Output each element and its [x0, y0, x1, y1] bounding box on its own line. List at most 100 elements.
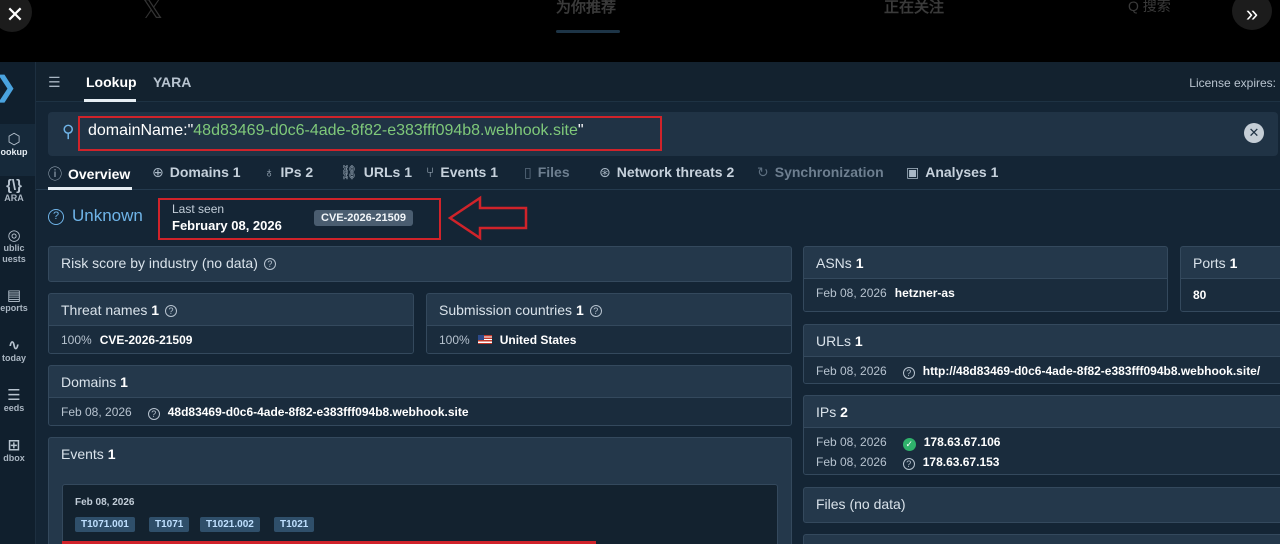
window-icon: ▣: [906, 164, 920, 180]
help-icon[interactable]: ?: [165, 305, 178, 317]
card-title: Submission countries 1?: [427, 294, 791, 326]
sandbox-icon: ⊞: [7, 437, 21, 454]
card-body: Feb 08, 2026? http://48d83469-d0c6-4ade-8…: [804, 357, 1280, 383]
list-item: Feb 08, 2026 hetzner-as: [816, 286, 955, 300]
red-arrow-annotation: [447, 195, 528, 241]
menu-icon[interactable]: ☰: [48, 74, 61, 91]
main-panel: ☰ Lookup YARA License expires: ⚲ domainN…: [36, 62, 1280, 544]
last-seen-highlight: Last seen February 08, 2026 CVE-2026-215…: [158, 198, 441, 240]
host-bar: ✕ 𝕏 为你推荐 正在关注 Q 搜索 »: [0, 0, 1280, 62]
verdict-status: ? Unknown: [48, 206, 143, 226]
threat-names-card: Threat names 1? 100% CVE-2026-21509: [48, 293, 414, 354]
close-icon[interactable]: ✕: [0, 0, 32, 32]
result-tabs: ⓘ Overview ⊕ Domains 1 ♁ IPs 2 ⛓ URLs 1 ⑂ Eve…: [36, 160, 1280, 190]
x-logo-icon[interactable]: 𝕏: [142, 0, 163, 25]
branch-icon: ⑂: [426, 164, 435, 180]
rail-item-reports[interactable]: ▤ eports: [0, 287, 35, 314]
list-item: Feb 08, 2026? 48d83469-d0c6-4ade-8f82-e38…: [61, 405, 469, 420]
rail-item-lookup[interactable]: ⬡ ookup: [0, 131, 35, 158]
tab-urls[interactable]: ⛓ URLs 1: [340, 164, 412, 181]
tab-files[interactable]: ▯ Files: [524, 164, 570, 181]
hexagon-icon: ⬡: [7, 131, 21, 148]
next-chevron-icon[interactable]: »: [1232, 0, 1272, 30]
search-bar[interactable]: ⚲ domainName:"48d83469-d0c6-4ade-8f82-e3…: [48, 112, 1278, 156]
host-tab-underline: [556, 30, 620, 33]
tab-yara[interactable]: YARA: [153, 74, 191, 90]
report-icon: ▤: [6, 287, 22, 304]
card-title: Events 1: [61, 446, 116, 462]
search-query-highlight[interactable]: domainName:"48d83469-d0c6-4ade-8f82-e383…: [78, 116, 662, 151]
link-icon: ⛓: [340, 164, 358, 180]
info-icon: ⓘ: [48, 166, 62, 182]
tab-ips[interactable]: ♁ IPs 2: [264, 164, 313, 180]
cve-chip[interactable]: CVE-2026-21509: [314, 210, 414, 226]
top-nav: ☰ Lookup YARA License expires:: [36, 62, 1280, 102]
card-title: Threat names 1?: [49, 294, 413, 326]
tab-domains[interactable]: ⊕ Domains 1: [152, 164, 241, 181]
next-card: [803, 534, 1280, 544]
urls-card: URLs 1 Feb 08, 2026? http://48d83469-d0c6…: [803, 324, 1280, 384]
host-tab-for-you[interactable]: 为你推荐: [556, 0, 616, 17]
license-expiry: License expires:: [1189, 76, 1276, 90]
ports-card: Ports 1 80: [1180, 246, 1280, 312]
tab-events[interactable]: ⑂ Events 1: [426, 164, 498, 180]
tab-network-threats[interactable]: ⊛ Network threats 2: [599, 164, 734, 181]
help-circle-icon: ?: [147, 408, 160, 420]
mitre-tag[interactable]: T1021: [274, 517, 315, 532]
files-card: Files (no data): [803, 487, 1280, 523]
query-suffix: ": [577, 122, 584, 139]
card-title: Domains 1: [49, 366, 791, 398]
event-date: Feb 08, 2026: [75, 497, 135, 508]
list-item: 100% CVE-2026-21509: [61, 333, 193, 347]
domains-card: Domains 1 Feb 08, 2026? 48d83469-d0c6-4ad…: [48, 365, 792, 426]
rail-item-feeds[interactable]: ☰ eeds: [0, 387, 35, 414]
list-item: Feb 08, 2026? 178.63.67.153: [816, 455, 1000, 470]
submission-countries-card: Submission countries 1? 100% United State…: [426, 293, 792, 354]
rail-item-today[interactable]: ∿ today: [0, 337, 35, 364]
clear-search-icon[interactable]: ✕: [1244, 123, 1264, 143]
help-circle-icon: ?: [902, 367, 915, 379]
card-title: Files (no data): [816, 496, 906, 512]
query-value: 48d83469-d0c6-4ade-8f82-e383fff094b8.web…: [193, 122, 578, 139]
app-logo-icon[interactable]: ❯: [0, 70, 17, 103]
card-body: Feb 08, 2026 hetzner-as: [804, 279, 1167, 311]
card-body: 100% United States: [427, 326, 791, 353]
host-search[interactable]: Q 搜索: [1128, 0, 1171, 16]
tab-synchronization[interactable]: ↻ Synchronization: [757, 164, 884, 181]
event-item[interactable]: Feb 08, 2026 T1071.001 T1071 T1021.002 T…: [62, 484, 778, 544]
help-icon[interactable]: ?: [589, 305, 602, 317]
rail-item-public-requests[interactable]: ◎ ublic uests: [0, 228, 35, 265]
pulse-icon: ∿: [7, 337, 21, 354]
feed-icon: ☰: [7, 387, 21, 404]
us-flag-icon: [477, 335, 492, 344]
help-icon[interactable]: ?: [263, 258, 276, 270]
tab-overview[interactable]: ⓘ Overview: [48, 164, 130, 184]
card-body: 80: [1181, 279, 1280, 311]
card-body: Feb 08, 2026 ✓ 178.63.67.106 Feb 08, 2026?…: [804, 428, 1280, 474]
query-key: domainName:": [88, 122, 194, 139]
network-globe-icon: ⊛: [599, 164, 611, 180]
card-title: Risk score by industry (no data)?: [49, 247, 791, 279]
mitre-tag[interactable]: T1071.001: [75, 517, 135, 532]
host-tab-following[interactable]: 正在关注: [884, 0, 944, 17]
tab-lookup-underline: [84, 99, 136, 102]
card-body: 100% CVE-2026-21509: [49, 326, 413, 353]
left-rail: ❯ ⬡ookup {\}ARA ◎ublic uests ▤eports ∿to…: [0, 62, 36, 544]
list-item: Feb 08, 2026 ✓ 178.63.67.106: [816, 435, 1001, 451]
mitre-tag[interactable]: T1021.002: [200, 517, 260, 532]
file-icon: ▯: [524, 164, 532, 180]
tab-overview-underline: [48, 187, 132, 190]
pin-icon: ♁: [264, 164, 275, 180]
tab-analyses[interactable]: ▣ Analyses 1: [906, 164, 998, 181]
rail-item-sandbox[interactable]: ⊞ dbox: [0, 437, 35, 464]
card-title: URLs 1: [804, 325, 1280, 357]
help-circle-icon: ?: [48, 209, 64, 225]
risk-score-card: Risk score by industry (no data)?: [48, 246, 792, 282]
tab-lookup[interactable]: Lookup: [86, 74, 137, 90]
sync-icon: ↻: [757, 164, 769, 180]
mitre-tag[interactable]: T1071: [149, 517, 190, 532]
card-body: Feb 08, 2026? 48d83469-d0c6-4ade-8f82-e38…: [49, 398, 791, 425]
list-item: 80: [1193, 288, 1207, 302]
ips-card: IPs 2 Feb 08, 2026 ✓ 178.63.67.106 Feb 08,…: [803, 395, 1280, 475]
rail-item-yara[interactable]: {\} ARA: [0, 178, 35, 204]
